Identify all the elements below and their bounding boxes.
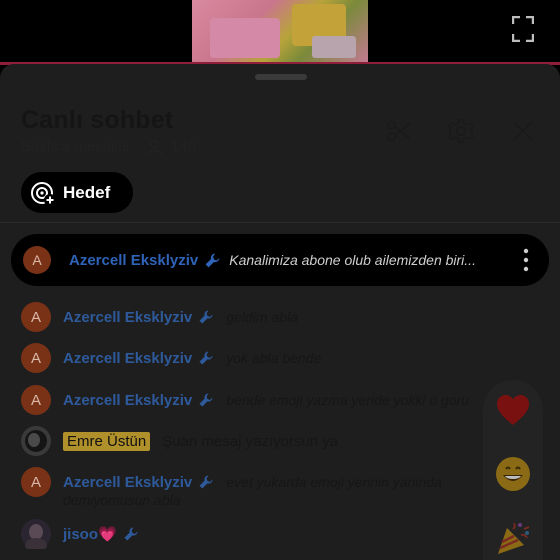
chat-title: Canlı sohbet bbox=[21, 106, 174, 134]
svg-text:A: A bbox=[31, 309, 41, 326]
viewer-count-value: 140 bbox=[171, 138, 197, 155]
svg-text:A: A bbox=[31, 392, 41, 409]
message-text: bende emoji yazma yeride yokki o goru bbox=[226, 392, 470, 408]
close-button[interactable] bbox=[508, 116, 538, 146]
divider bbox=[0, 222, 560, 223]
smile-icon bbox=[496, 457, 530, 491]
message-author[interactable]: Azercell Eksklyziv bbox=[63, 474, 192, 491]
avatar: A bbox=[23, 246, 51, 274]
chat-message[interactable]: jisoo💗 bbox=[21, 519, 491, 549]
fullscreen-icon[interactable] bbox=[512, 16, 534, 42]
people-icon bbox=[145, 139, 163, 154]
wrench-icon bbox=[124, 527, 138, 541]
message-text: yok abla bende bbox=[226, 350, 322, 366]
message-text-continued: demiyomusun abla bbox=[63, 492, 181, 508]
chat-message[interactable]: A Azercell Eksklyziv geldim abla bbox=[21, 302, 491, 332]
clip-button[interactable] bbox=[384, 116, 414, 146]
wrench-icon bbox=[199, 351, 213, 365]
goal-icon bbox=[31, 181, 56, 206]
reaction-panel bbox=[483, 380, 543, 560]
message-author[interactable]: Azercell Eksklyziv bbox=[63, 309, 192, 326]
chat-mode[interactable]: Başlıca mesajlar 140 bbox=[21, 138, 196, 155]
svg-text:A: A bbox=[31, 474, 41, 491]
pinned-author[interactable]: Azercell Eksklyziv bbox=[69, 252, 198, 269]
scissors-icon bbox=[387, 120, 411, 142]
chat-mode-label: Başlıca mesajlar bbox=[21, 138, 132, 155]
message-text: evet yukarda emoji yerinin yaninda bbox=[226, 474, 442, 490]
goal-button[interactable]: Hedef bbox=[21, 172, 133, 213]
live-chat-panel: Canlı sohbet Başlıca mesajlar 140 Hedef … bbox=[0, 64, 560, 560]
drag-handle[interactable] bbox=[255, 74, 307, 80]
wrench-icon bbox=[199, 310, 213, 324]
avatar bbox=[21, 519, 51, 549]
video-frame bbox=[192, 0, 368, 62]
avatar: A bbox=[21, 343, 51, 373]
wrench-icon bbox=[199, 393, 213, 407]
viewer-count: 140 bbox=[145, 138, 196, 155]
message-text: Şuan mesaj yazıyorsun ya bbox=[162, 432, 339, 450]
close-icon bbox=[513, 121, 533, 141]
wrench-icon bbox=[199, 475, 213, 489]
pinned-message[interactable]: A Azercell Eksklyziv Kanalimiza abone ol… bbox=[11, 234, 549, 286]
heart-icon bbox=[497, 395, 529, 425]
heart-reaction-button[interactable] bbox=[493, 390, 533, 430]
svg-text:A: A bbox=[32, 252, 42, 268]
more-icon[interactable] bbox=[523, 248, 529, 272]
smile-reaction-button[interactable] bbox=[493, 454, 533, 494]
message-author[interactable]: Azercell Eksklyziv bbox=[63, 350, 192, 367]
avatar: A bbox=[21, 467, 51, 497]
party-icon bbox=[498, 522, 530, 554]
member-badge-author[interactable]: Emre Üstün bbox=[63, 431, 151, 451]
avatar: A bbox=[21, 385, 51, 415]
chat-message[interactable]: Emre Üstün Şuan mesaj yazıyorsun ya bbox=[21, 426, 491, 456]
chat-message[interactable]: A Azercell Eksklyziv bende emoji yazma y… bbox=[21, 385, 483, 415]
message-text: geldim abla bbox=[226, 309, 298, 325]
gear-icon bbox=[448, 118, 474, 144]
wrench-icon bbox=[205, 253, 220, 267]
chat-message[interactable]: A Azercell Eksklyziv yok abla bende bbox=[21, 343, 491, 373]
pinned-text: Kanalimiza abone olub ailemizden biri... bbox=[229, 252, 476, 268]
settings-button[interactable] bbox=[446, 116, 476, 146]
avatar bbox=[21, 426, 51, 456]
svg-text:A: A bbox=[31, 350, 41, 367]
avatar: A bbox=[21, 302, 51, 332]
party-reaction-button[interactable] bbox=[493, 518, 533, 558]
goal-label: Hedef bbox=[63, 182, 111, 202]
message-author[interactable]: Azercell Eksklyziv bbox=[63, 392, 192, 409]
message-author[interactable]: jisoo💗 bbox=[63, 525, 117, 543]
video-player[interactable] bbox=[0, 0, 560, 66]
